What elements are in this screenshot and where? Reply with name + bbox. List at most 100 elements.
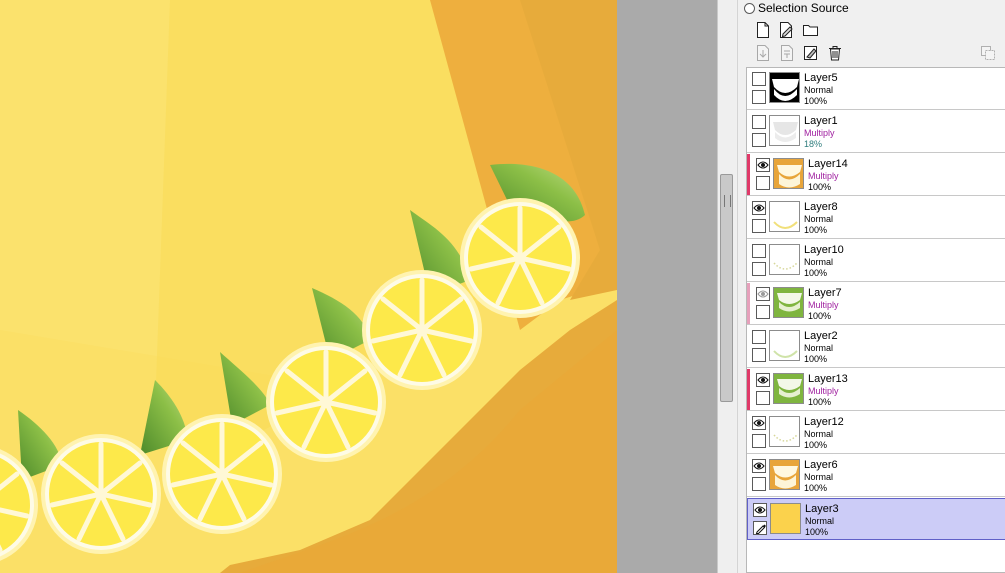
layer-row[interactable]: Layer14 Multiply 100% bbox=[747, 154, 1005, 196]
layer-opacity: 100% bbox=[808, 397, 832, 407]
transfer-down-button[interactable] bbox=[754, 44, 772, 62]
lock-checkbox[interactable] bbox=[756, 391, 770, 405]
eye-icon bbox=[754, 506, 766, 514]
visibility-checkbox[interactable] bbox=[752, 459, 766, 473]
layer-thumbnail bbox=[769, 201, 800, 232]
vertical-scrollbar[interactable] bbox=[717, 0, 736, 573]
artwork bbox=[0, 0, 617, 573]
layer-blend-mode: Multiply bbox=[808, 171, 839, 181]
layer-thumbnail bbox=[773, 287, 804, 318]
pen-lock-icon bbox=[755, 524, 766, 534]
lock-checkbox[interactable] bbox=[756, 305, 770, 319]
layer-thumbnail bbox=[769, 416, 800, 447]
visibility-checkbox[interactable] bbox=[752, 72, 766, 86]
layer-name: Layer14 bbox=[808, 158, 848, 170]
visibility-checkbox[interactable] bbox=[752, 115, 766, 129]
eye-icon bbox=[757, 290, 769, 298]
new-layer-button[interactable] bbox=[754, 21, 772, 39]
layer-thumbnail bbox=[773, 158, 804, 189]
visibility-checkbox[interactable] bbox=[752, 416, 766, 430]
layer-row[interactable]: Layer3 Normal 100% bbox=[747, 498, 1005, 540]
layer-opacity: 100% bbox=[804, 268, 828, 278]
layer-blend-mode: Multiply bbox=[808, 386, 839, 396]
layer-name: Layer7 bbox=[808, 287, 842, 299]
layer-row[interactable]: Layer13 Multiply 100% bbox=[747, 369, 1005, 411]
lock-checkbox[interactable] bbox=[752, 219, 766, 233]
new-folder-icon bbox=[803, 25, 818, 36]
visibility-checkbox[interactable] bbox=[756, 158, 770, 172]
clear-layer-button[interactable] bbox=[802, 44, 820, 62]
layer-opacity: 100% bbox=[804, 96, 828, 106]
layer-blend-mode: Normal bbox=[804, 343, 834, 353]
scrollbar-thumb[interactable] bbox=[720, 174, 733, 402]
lock-checkbox[interactable] bbox=[752, 348, 766, 362]
layer-thumbnail bbox=[769, 459, 800, 490]
layer-row[interactable]: Layer8 Normal 100% bbox=[747, 197, 1005, 239]
layer-blend-mode: Normal bbox=[804, 472, 834, 482]
visibility-checkbox[interactable] bbox=[753, 503, 767, 517]
layer-row[interactable]: Layer5 Normal 100% bbox=[747, 68, 1005, 110]
layer-to-selection-icon bbox=[981, 46, 995, 60]
layer-row[interactable]: Layer2 Normal 100% bbox=[747, 326, 1005, 368]
layer-name: Layer8 bbox=[804, 201, 838, 213]
clipping-indicator bbox=[747, 154, 750, 195]
layer-blend-mode: Multiply bbox=[804, 128, 835, 138]
layer-opacity: 100% bbox=[805, 527, 829, 537]
scrollbar-grip bbox=[724, 195, 731, 207]
lock-checkbox[interactable] bbox=[752, 262, 766, 276]
layer-name: Layer3 bbox=[805, 503, 839, 515]
lock-checkbox[interactable] bbox=[752, 434, 766, 448]
merge-down-button[interactable] bbox=[778, 44, 796, 62]
layer-blend-mode: Normal bbox=[804, 85, 834, 95]
layer-opacity: 100% bbox=[804, 225, 828, 235]
lock-checkbox[interactable] bbox=[756, 176, 770, 190]
layer-thumbnail bbox=[769, 115, 800, 146]
layer-name: Layer1 bbox=[804, 115, 838, 127]
new-folder-button[interactable] bbox=[802, 21, 820, 39]
clear-layer-icon bbox=[804, 46, 817, 60]
layer-name: Layer5 bbox=[804, 72, 838, 84]
layer-blend-mode: Normal bbox=[804, 214, 834, 224]
layer-opacity: 18% bbox=[804, 139, 823, 149]
visibility-checkbox[interactable] bbox=[752, 330, 766, 344]
layer-blend-mode: Normal bbox=[804, 429, 834, 439]
clipping-indicator bbox=[747, 283, 750, 324]
eye-icon bbox=[753, 204, 765, 212]
merge-down-icon bbox=[781, 45, 793, 61]
new-layer-icon bbox=[757, 22, 769, 38]
layer-row[interactable]: Layer12 Normal 100% bbox=[747, 412, 1005, 454]
layer-row[interactable]: Layer1 Multiply 18% bbox=[747, 111, 1005, 153]
layer-opacity: 100% bbox=[804, 354, 828, 364]
layer-thumbnail bbox=[769, 72, 800, 103]
transfer-down-icon bbox=[757, 45, 769, 61]
drawing-canvas[interactable] bbox=[0, 0, 617, 573]
layer-thumbnail bbox=[769, 244, 800, 275]
selection-source-radio[interactable] bbox=[744, 2, 755, 14]
layer-row[interactable]: Layer10 Normal 100% bbox=[747, 240, 1005, 282]
eye-icon bbox=[753, 419, 765, 427]
selection-source-label: Selection Source bbox=[758, 1, 849, 15]
lock-checkbox[interactable] bbox=[752, 90, 766, 104]
eye-icon bbox=[753, 462, 765, 470]
new-linework-layer-button[interactable] bbox=[778, 21, 796, 39]
lock-checkbox[interactable] bbox=[752, 133, 766, 147]
layer-to-selection-button[interactable] bbox=[979, 44, 997, 62]
visibility-checkbox[interactable] bbox=[756, 287, 770, 301]
layer-row[interactable]: Layer7 Multiply 100% bbox=[747, 283, 1005, 325]
new-linework-layer-icon bbox=[780, 22, 793, 38]
visibility-checkbox[interactable] bbox=[752, 244, 766, 258]
layer-name: Layer13 bbox=[808, 373, 848, 385]
layer-opacity: 100% bbox=[808, 311, 832, 321]
lock-checkbox[interactable] bbox=[753, 521, 767, 535]
visibility-checkbox[interactable] bbox=[756, 373, 770, 387]
layer-panel: Selection Source Layer5 Normal 100% Layer1 M… bbox=[737, 0, 1005, 573]
delete-layer-button[interactable] bbox=[826, 44, 844, 62]
lock-checkbox[interactable] bbox=[752, 477, 766, 491]
selection-source-option[interactable]: Selection Source bbox=[744, 1, 849, 15]
layer-blend-mode: Multiply bbox=[808, 300, 839, 310]
layer-row[interactable]: Layer6 Normal 100% bbox=[747, 455, 1005, 497]
delete-layer-icon bbox=[829, 46, 841, 61]
clipping-indicator bbox=[747, 369, 750, 410]
layer-name: Layer6 bbox=[804, 459, 838, 471]
visibility-checkbox[interactable] bbox=[752, 201, 766, 215]
